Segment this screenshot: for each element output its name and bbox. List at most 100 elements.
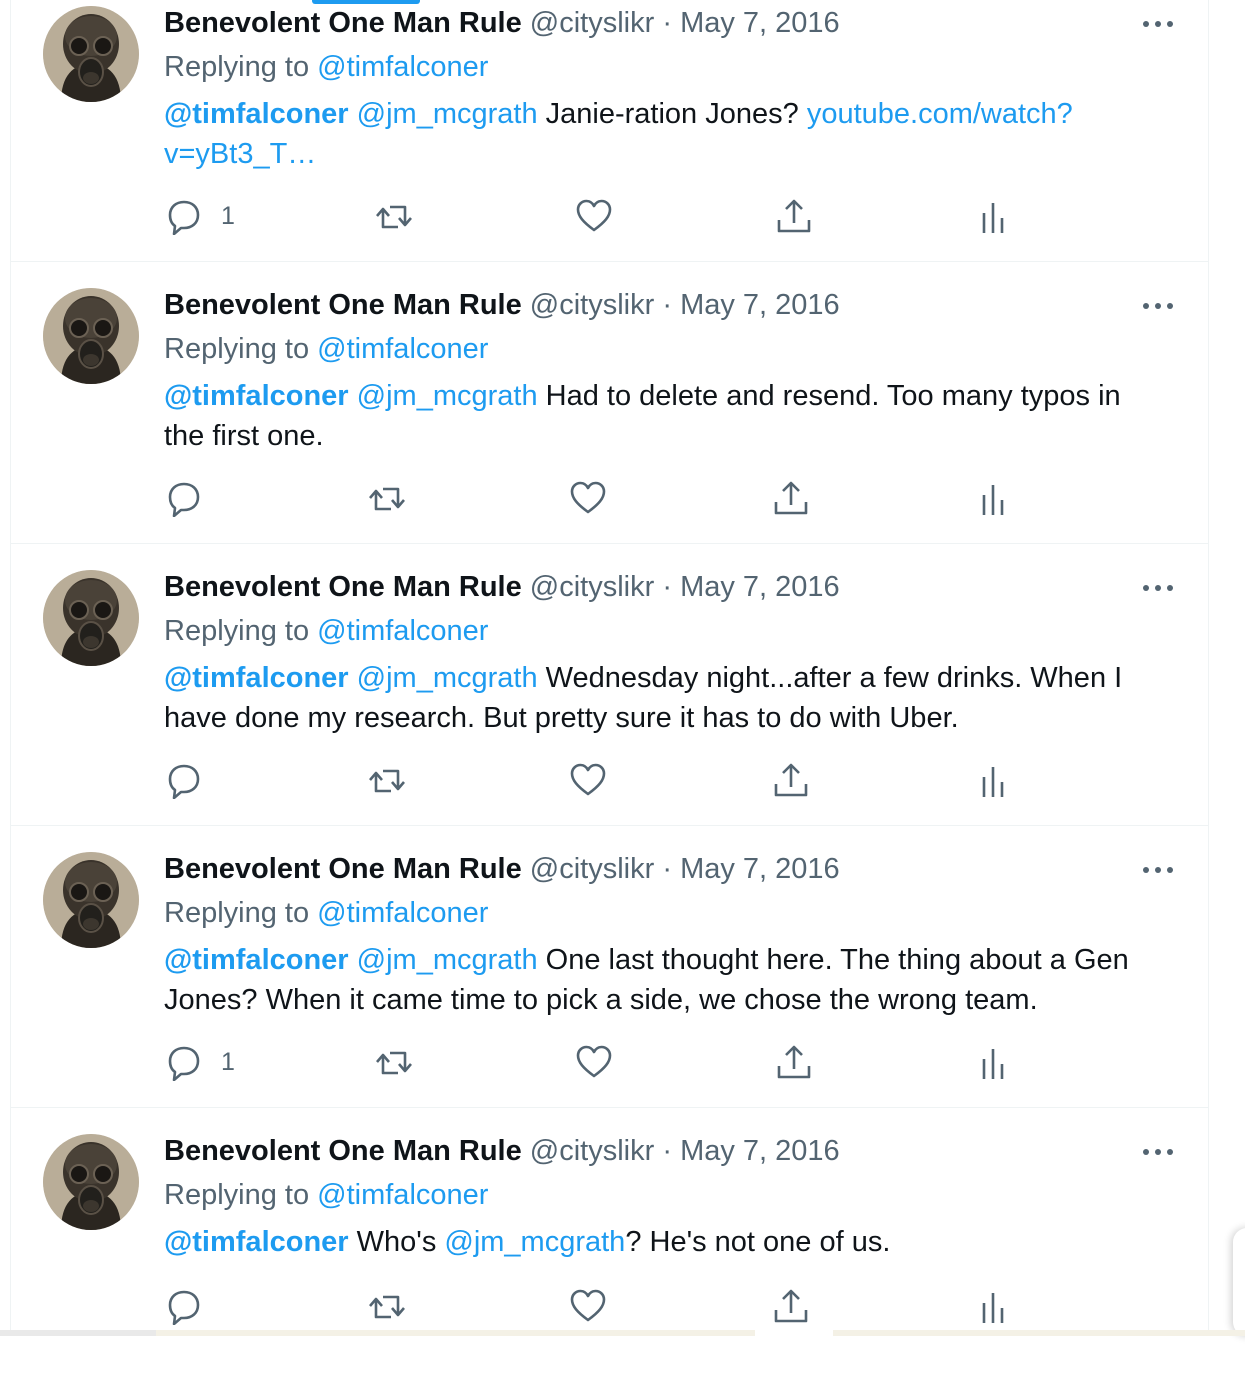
more-icon[interactable] (1138, 574, 1178, 602)
more-icon[interactable] (1138, 1138, 1178, 1166)
share-button[interactable] (772, 478, 810, 518)
avatar[interactable] (43, 570, 139, 666)
tweet-date[interactable]: May 7, 2016 (680, 853, 840, 885)
replying-to: Replying to @timfalconer (164, 614, 488, 648)
display-name[interactable]: Benevolent One Man Rule (164, 289, 522, 321)
views-button[interactable] (975, 1288, 1011, 1328)
avatar[interactable] (43, 852, 139, 948)
retweet-button[interactable] (374, 1042, 414, 1082)
display-name[interactable]: Benevolent One Man Rule (164, 1135, 522, 1167)
tweet-header: Benevolent One Man Rule @cityslikr · May… (164, 288, 840, 322)
share-icon (777, 1045, 811, 1079)
more-icon[interactable] (1138, 10, 1178, 38)
replying-mention[interactable]: @timfalconer (317, 897, 488, 929)
reply-button[interactable] (165, 1286, 203, 1326)
views-button[interactable] (975, 1044, 1011, 1084)
reply-button[interactable]: 1 (165, 196, 235, 236)
bottom-strip-segment (755, 1330, 833, 1336)
display-name[interactable]: Benevolent One Man Rule (164, 571, 522, 603)
avatar[interactable] (43, 288, 139, 384)
replying-prefix: Replying to (164, 615, 310, 647)
tweet-body-text: Janie-ration Jones? (537, 98, 807, 130)
replying-to: Replying to @timfalconer (164, 50, 488, 84)
side-panel-edge (1233, 1228, 1245, 1336)
share-button[interactable] (775, 196, 813, 236)
mention[interactable]: @jm_mcgrath (357, 944, 538, 976)
replying-to: Replying to @timfalconer (164, 1178, 488, 1212)
mention[interactable]: @jm_mcgrath (357, 380, 538, 412)
tweet[interactable]: Benevolent One Man Rule @cityslikr · May… (11, 0, 1208, 262)
handle[interactable]: @cityslikr (530, 1135, 654, 1167)
like-button[interactable] (569, 1286, 607, 1326)
like-button[interactable] (569, 478, 607, 518)
replying-mention[interactable]: @timfalconer (317, 51, 488, 83)
views-icon (982, 1291, 1004, 1325)
handle[interactable]: @cityslikr (530, 289, 654, 321)
replying-mention[interactable]: @timfalconer (317, 1179, 488, 1211)
avatar[interactable] (43, 1134, 139, 1230)
mention[interactable]: @jm_mcgrath (357, 662, 538, 694)
share-icon (774, 481, 808, 515)
replying-to: Replying to @timfalconer (164, 332, 488, 366)
tweet[interactable]: Benevolent One Man Rule @cityslikr · May… (11, 544, 1208, 826)
share-button[interactable] (772, 760, 810, 800)
timeline: Benevolent One Man Rule @cityslikr · May… (10, 0, 1209, 1336)
views-button[interactable] (975, 198, 1011, 238)
retweet-button[interactable] (367, 478, 407, 518)
views-button[interactable] (975, 480, 1011, 520)
like-icon (570, 1289, 606, 1322)
replying-prefix: Replying to (164, 333, 310, 365)
tweet-date[interactable]: May 7, 2016 (680, 571, 840, 603)
tweet[interactable]: Benevolent One Man Rule @cityslikr · May… (11, 1108, 1208, 1390)
share-icon (774, 1289, 808, 1323)
mention[interactable]: @timfalconer (164, 1226, 349, 1258)
avatar[interactable] (43, 6, 139, 102)
reply-button[interactable]: 1 (165, 1042, 235, 1082)
reply-icon (168, 1290, 200, 1325)
reply-icon (168, 764, 200, 799)
replying-to: Replying to @timfalconer (164, 896, 488, 930)
tweet-date[interactable]: May 7, 2016 (680, 7, 840, 39)
like-icon (570, 481, 606, 514)
separator: · (662, 853, 673, 885)
reply-count: 1 (221, 201, 235, 230)
mention[interactable]: @timfalconer (164, 662, 349, 694)
retweet-icon (368, 487, 406, 511)
tweet[interactable]: Benevolent One Man Rule @cityslikr · May… (11, 262, 1208, 544)
like-button[interactable] (569, 760, 607, 800)
more-icon[interactable] (1138, 292, 1178, 320)
display-name[interactable]: Benevolent One Man Rule (164, 7, 522, 39)
mention[interactable]: @jm_mcgrath (444, 1226, 625, 1258)
views-button[interactable] (975, 762, 1011, 802)
share-button[interactable] (772, 1286, 810, 1326)
reply-button[interactable] (165, 478, 203, 518)
replying-mention[interactable]: @timfalconer (317, 615, 488, 647)
reply-button[interactable] (165, 760, 203, 800)
handle[interactable]: @cityslikr (530, 7, 654, 39)
tweet-date[interactable]: May 7, 2016 (680, 1135, 840, 1167)
separator: · (662, 1135, 673, 1167)
mention[interactable]: @timfalconer (164, 380, 349, 412)
tweet-text: @timfalconer @jm_mcgrath Wednesday night… (164, 658, 1164, 738)
display-name[interactable]: Benevolent One Man Rule (164, 853, 522, 885)
retweet-button[interactable] (367, 1286, 407, 1326)
share-button[interactable] (775, 1042, 813, 1082)
like-icon (576, 1045, 612, 1078)
more-icon[interactable] (1138, 856, 1178, 884)
tweet-date[interactable]: May 7, 2016 (680, 289, 840, 321)
replying-mention[interactable]: @timfalconer (317, 333, 488, 365)
tweet-text: @timfalconer @jm_mcgrath Janie-ration Jo… (164, 94, 1104, 174)
like-button[interactable] (575, 196, 613, 236)
like-button[interactable] (575, 1042, 613, 1082)
reply-icon (168, 200, 200, 235)
retweet-button[interactable] (374, 196, 414, 236)
retweet-button[interactable] (367, 760, 407, 800)
retweet-icon (368, 1295, 406, 1319)
tweet[interactable]: Benevolent One Man Rule @cityslikr · May… (11, 826, 1208, 1108)
mention[interactable]: @timfalconer (164, 98, 349, 130)
handle[interactable]: @cityslikr (530, 853, 654, 885)
mention[interactable]: @jm_mcgrath (357, 98, 538, 130)
handle[interactable]: @cityslikr (530, 571, 654, 603)
tweet-text: @timfalconer @jm_mcgrath Had to delete a… (164, 376, 1164, 456)
mention[interactable]: @timfalconer (164, 944, 349, 976)
